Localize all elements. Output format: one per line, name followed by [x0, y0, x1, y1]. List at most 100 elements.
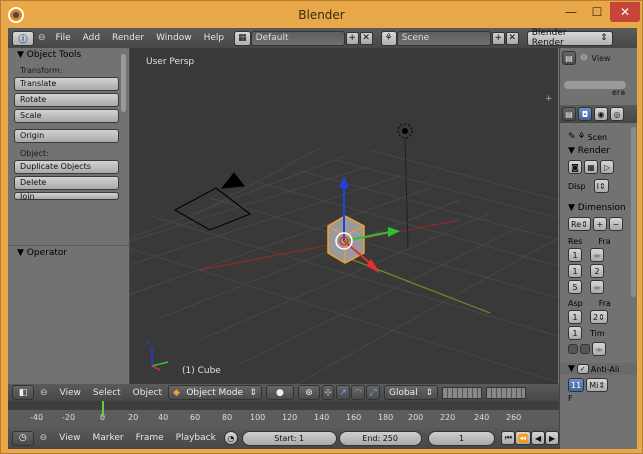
- manipulator-icon: ⊹: [324, 387, 332, 398]
- layer-buttons-left[interactable]: [441, 386, 482, 399]
- collapse-menu-icon[interactable]: ⊖: [38, 33, 46, 43]
- aa-filter-dropdown[interactable]: Mi ⇕: [586, 378, 609, 392]
- menu-marker[interactable]: Marker: [87, 433, 130, 443]
- scene-field[interactable]: Scene: [396, 30, 491, 46]
- outliner-editor-icon[interactable]: ▤: [562, 51, 576, 65]
- resolution-percent-field[interactable]: 5: [568, 280, 582, 294]
- add-preset-icon[interactable]: +: [592, 217, 607, 231]
- translate-manipulator-button[interactable]: ↗: [335, 385, 350, 400]
- resolution-y-field[interactable]: 1: [568, 264, 582, 278]
- aspect-x-field[interactable]: 1: [568, 310, 582, 324]
- delete-button[interactable]: Delete: [14, 176, 119, 190]
- render-tab-icon[interactable]: ◘: [578, 107, 592, 121]
- origin-button[interactable]: Origin: [14, 129, 119, 143]
- tool-shelf-scrollbar[interactable]: [121, 54, 126, 112]
- menu-window[interactable]: Window: [150, 33, 198, 43]
- properties-editor-icon[interactable]: ▤: [562, 107, 576, 121]
- menu-view[interactable]: View: [54, 388, 87, 398]
- render-panel-header[interactable]: ▼ Render: [560, 143, 637, 159]
- play-reverse-button[interactable]: ◀: [531, 431, 546, 445]
- render-animation-button[interactable]: ▦: [584, 160, 598, 174]
- outliner-view-label[interactable]: View: [592, 54, 611, 63]
- current-frame-field[interactable]: 1: [427, 430, 496, 446]
- crop-checkbox[interactable]: [580, 344, 590, 354]
- layer-buttons-right[interactable]: [485, 386, 526, 399]
- scale-button[interactable]: Scale: [14, 109, 119, 123]
- rotate-manipulator-button[interactable]: ◠: [350, 385, 365, 400]
- screen-layout-icon[interactable]: ▦: [234, 30, 251, 46]
- remove-scene-icon[interactable]: ✕: [505, 31, 519, 45]
- editor-type-timeline-button[interactable]: ◷: [12, 430, 34, 446]
- close-button[interactable]: ✕: [610, 2, 640, 22]
- time-old-field[interactable]: ◂▸: [592, 342, 607, 356]
- menu-object[interactable]: Object: [127, 388, 168, 398]
- collapse-menu-icon[interactable]: ⊖: [40, 388, 48, 398]
- menu-help[interactable]: Help: [198, 33, 231, 43]
- add-layout-icon[interactable]: +: [345, 31, 359, 45]
- menu-select[interactable]: Select: [87, 388, 127, 398]
- collapse-menu-icon[interactable]: ⊖: [40, 433, 48, 443]
- preview-range-icon[interactable]: ◔: [223, 431, 238, 445]
- collapse-menu-icon[interactable]: ⊖: [580, 53, 588, 63]
- remove-layout-icon[interactable]: ✕: [359, 31, 373, 45]
- operator-panel-header[interactable]: ▼ Operator: [8, 246, 129, 260]
- tick-label: 120: [282, 413, 298, 422]
- duplicate-objects-button[interactable]: Duplicate Objects: [14, 160, 119, 174]
- frame-end-field[interactable]: 2: [590, 264, 604, 278]
- viewport-properties-toggle-icon[interactable]: +: [545, 94, 553, 104]
- dimensions-panel-header[interactable]: ▼ Dimension: [560, 200, 637, 216]
- render-image-button[interactable]: ◙: [568, 160, 582, 174]
- collapse-arrow-icon[interactable]: ▼: [568, 364, 575, 374]
- remove-preset-icon[interactable]: −: [608, 217, 623, 231]
- pin-icon[interactable]: ✎: [568, 132, 576, 142]
- display-dropdown[interactable]: I ⇕: [593, 179, 609, 193]
- aa-samples-button[interactable]: 11: [568, 378, 585, 392]
- menu-frame[interactable]: Frame: [130, 433, 170, 443]
- menu-playback[interactable]: Playback: [170, 433, 222, 443]
- interaction-mode-dropdown[interactable]: ◆ Object Mode ⇕: [167, 385, 262, 400]
- render-presets-dropdown[interactable]: Re ⇕: [568, 217, 591, 231]
- frame-rate-dropdown[interactable]: 2 ⇕: [590, 310, 608, 324]
- frame-step-field[interactable]: ◂▸: [590, 280, 605, 294]
- current-frame-indicator[interactable]: [102, 401, 104, 417]
- render-engine-dropdown[interactable]: Blender Render ⇕: [526, 28, 613, 48]
- pivot-point-dropdown[interactable]: ⊛: [297, 385, 320, 400]
- editor-type-3dview-button[interactable]: ◧: [12, 385, 34, 400]
- scene-tab-icon[interactable]: ◉: [594, 107, 608, 121]
- timeline-ruler[interactable]: -40 -20 0 20 40 60 80 100 120 140 160 18…: [8, 411, 559, 425]
- scale-manipulator-button[interactable]: ⤢: [365, 385, 380, 400]
- transform-orientation-dropdown[interactable]: Global ⇕: [383, 385, 438, 400]
- scene-icon[interactable]: ⚘: [380, 30, 397, 46]
- maximize-button[interactable]: ☐: [584, 2, 610, 22]
- play-animation-button[interactable]: ▷: [600, 160, 614, 174]
- jump-keyframe-back-button[interactable]: ⏪: [515, 431, 532, 445]
- timeline-area[interactable]: -40 -20 0 20 40 60 80 100 120 140 160 18…: [8, 401, 559, 427]
- jump-start-button[interactable]: ⏮: [501, 431, 516, 445]
- menu-view[interactable]: View: [53, 433, 86, 443]
- rotate-button[interactable]: Rotate: [14, 93, 119, 107]
- add-scene-icon[interactable]: +: [491, 31, 505, 45]
- manipulator-toggle[interactable]: ⊹: [321, 385, 334, 400]
- menu-render[interactable]: Render: [106, 33, 150, 43]
- menu-add[interactable]: Add: [77, 33, 106, 43]
- translate-button[interactable]: Translate: [14, 77, 119, 91]
- border-checkbox[interactable]: [568, 344, 578, 354]
- 3d-viewport[interactable]: z User Persp (1) Cube +: [130, 48, 558, 384]
- aspect-y-field[interactable]: 1: [568, 326, 582, 340]
- editor-type-info-button[interactable]: ⓘ: [12, 30, 34, 46]
- play-button[interactable]: ▶: [545, 431, 560, 445]
- end-frame-field[interactable]: End: 250: [338, 430, 422, 446]
- menu-file[interactable]: File: [50, 33, 77, 43]
- layout-field[interactable]: Default: [250, 30, 345, 46]
- object-tools-panel-header[interactable]: ▼ Object Tools: [8, 48, 129, 62]
- minimize-button[interactable]: —: [558, 2, 584, 22]
- resolution-x-field[interactable]: 1: [568, 248, 582, 262]
- antialiasing-checkbox[interactable]: ✓: [576, 364, 589, 374]
- viewport-shading-dropdown[interactable]: ●: [265, 385, 294, 400]
- join-button[interactable]: Join: [14, 192, 119, 200]
- frame-start-field[interactable]: ◂▸: [590, 248, 605, 262]
- timeline-scrollbar[interactable]: [8, 401, 559, 410]
- world-tab-icon[interactable]: ◎: [610, 107, 624, 121]
- start-frame-field[interactable]: Start: 1: [241, 430, 337, 446]
- properties-scrollbar[interactable]: [631, 127, 636, 297]
